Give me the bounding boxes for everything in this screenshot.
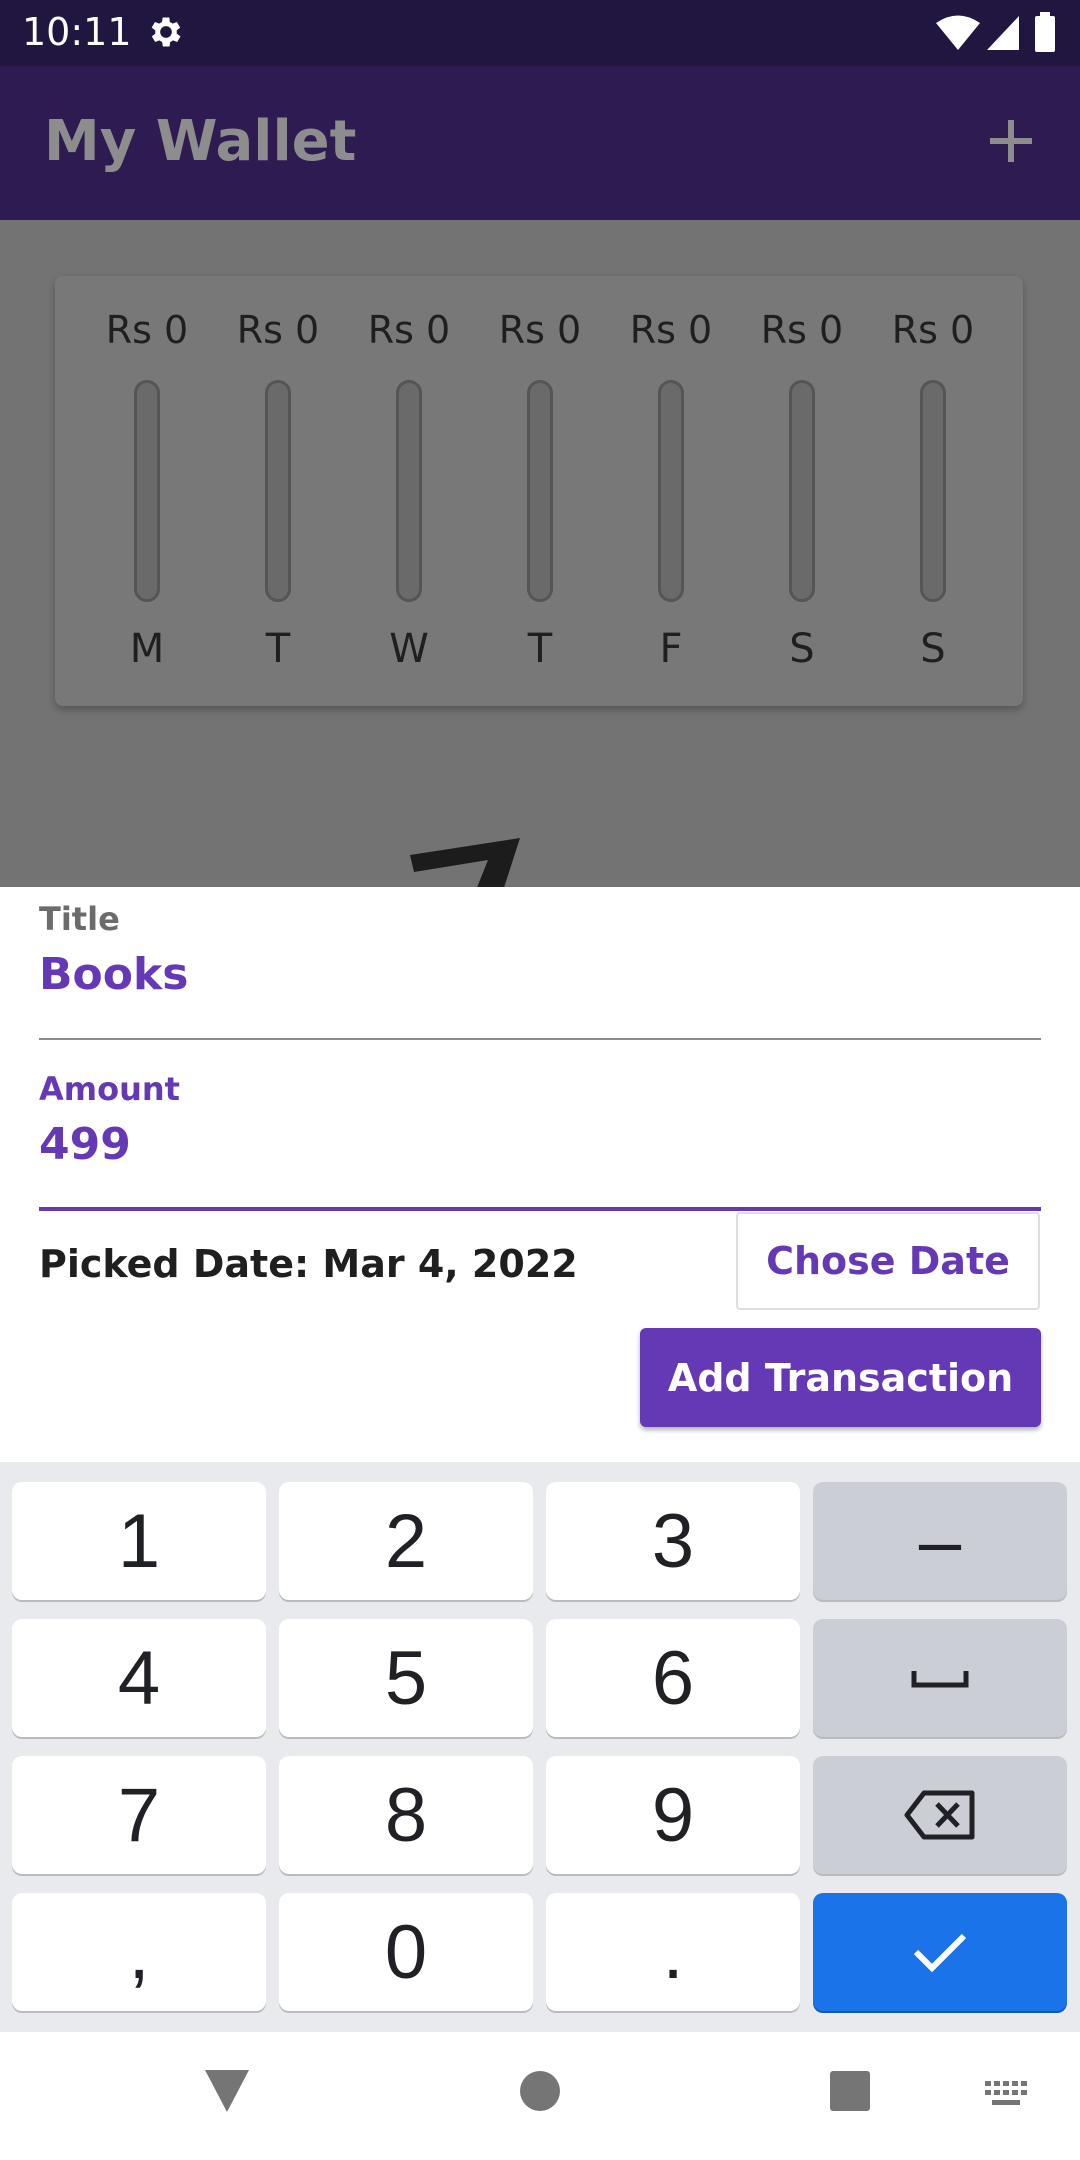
back-icon[interactable] [203, 2068, 251, 2114]
space-icon [911, 1671, 969, 1688]
chart-day-label: M [129, 626, 165, 672]
chart-amount-label: Rs 0 [367, 308, 451, 352]
key-6[interactable]: 6 [546, 1619, 800, 1737]
add-transaction-sheet: Title Books Amount 499 Picked Date: Mar … [10, 887, 1070, 1462]
chart-amount-label: Rs 0 [760, 308, 844, 352]
app-title: My Wallet [44, 109, 357, 174]
chart-day-label: T [527, 626, 553, 672]
chart-column: Rs 0 F [616, 276, 726, 706]
chart-day-label: T [265, 626, 291, 672]
status-time: 10:11 [22, 10, 132, 54]
key-0[interactable]: 0 [279, 1893, 533, 2011]
title-field-label: Title [39, 900, 120, 938]
chart-bar [789, 380, 815, 602]
chart-bar [265, 380, 291, 602]
chart-column: Rs 0 T [485, 276, 595, 706]
chart-bar [134, 380, 160, 602]
chart-bar [527, 380, 553, 602]
backspace-icon [904, 1790, 975, 1840]
chart-bar [920, 380, 946, 602]
key-9[interactable]: 9 [546, 1756, 800, 1874]
numeric-keyboard: 1 2 3 – 4 5 6 7 8 9 , 0 . [0, 1462, 1080, 2032]
amount-input-underline [39, 1207, 1041, 1211]
chart-bar [658, 380, 684, 602]
settings-gear-icon [151, 17, 181, 47]
picked-date-text: Picked Date: Mar 4, 2022 [39, 1242, 578, 1286]
chose-date-button[interactable]: Chose Date [736, 1212, 1040, 1310]
recents-icon[interactable] [829, 2070, 871, 2112]
key-5[interactable]: 5 [279, 1619, 533, 1737]
chart-amount-label: Rs 0 [236, 308, 320, 352]
key-comma[interactable]: , [12, 1893, 266, 2011]
add-transaction-button[interactable]: Add Transaction [640, 1328, 1041, 1427]
chart-amount-label: Rs 0 [629, 308, 713, 352]
app-bar: My Wallet [0, 66, 1080, 220]
add-icon[interactable] [986, 116, 1036, 166]
key-3[interactable]: 3 [546, 1482, 800, 1600]
chart-day-label: W [389, 626, 429, 672]
key-minus[interactable]: – [813, 1482, 1067, 1600]
chart-bar [396, 380, 422, 602]
chart-column: Rs 0 S [747, 276, 857, 706]
title-input[interactable]: Books [39, 949, 188, 1000]
keyboard-switch-icon[interactable] [984, 2080, 1028, 2108]
chart-column: Rs 0 S [878, 276, 988, 706]
chart-amount-label: Rs 0 [105, 308, 189, 352]
key-done[interactable] [813, 1893, 1067, 2011]
key-period[interactable]: . [546, 1893, 800, 2011]
amount-field-label: Amount [39, 1070, 180, 1108]
key-2[interactable]: 2 [279, 1482, 533, 1600]
battery-icon [1035, 12, 1055, 52]
empty-state-illustration [410, 838, 520, 887]
chart-day-label: S [789, 626, 815, 672]
checkmark-icon [913, 1933, 967, 1973]
status-bar: 10:11 [0, 0, 1080, 66]
amount-input[interactable]: 499 [39, 1119, 131, 1170]
chart-column: Rs 0 M [92, 276, 202, 706]
chart-column: Rs 0 T [223, 276, 333, 706]
key-backspace[interactable] [813, 1756, 1067, 1874]
key-space[interactable] [813, 1619, 1067, 1737]
navigation-bar [0, 2032, 1080, 2160]
title-input-underline [39, 1038, 1041, 1040]
home-icon[interactable] [519, 2070, 561, 2112]
chart-amount-label: Rs 0 [498, 308, 582, 352]
wifi-icon [936, 15, 980, 50]
chart-day-label: F [659, 626, 683, 672]
chart-amount-label: Rs 0 [891, 308, 975, 352]
chart-day-label: S [920, 626, 946, 672]
key-4[interactable]: 4 [12, 1619, 266, 1737]
key-1[interactable]: 1 [12, 1482, 266, 1600]
dimmed-content[interactable]: Rs 0 M Rs 0 T Rs 0 W Rs 0 T Rs 0 F Rs 0 … [0, 220, 1080, 887]
cell-signal-icon [987, 16, 1019, 50]
chart-column: Rs 0 W [354, 276, 464, 706]
key-8[interactable]: 8 [279, 1756, 533, 1874]
weekly-chart-card: Rs 0 M Rs 0 T Rs 0 W Rs 0 T Rs 0 F Rs 0 … [55, 276, 1023, 706]
key-7[interactable]: 7 [12, 1756, 266, 1874]
